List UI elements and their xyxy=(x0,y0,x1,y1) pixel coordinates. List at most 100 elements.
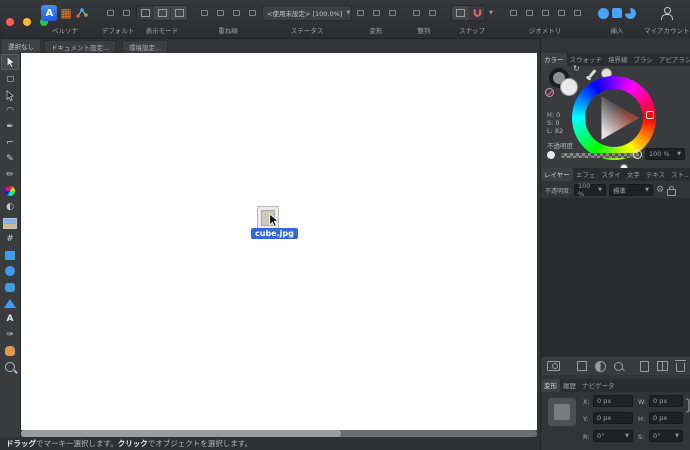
export-persona-icon[interactable] xyxy=(75,6,89,20)
w-input[interactable]: 0 px xyxy=(649,395,683,407)
opacity-slider[interactable] xyxy=(561,153,639,158)
document-canvas[interactable]: cube.jpg xyxy=(21,53,537,430)
place-image-tool[interactable] xyxy=(1,215,19,231)
view-mode-pixel-icon[interactable] xyxy=(154,6,171,20)
designer-persona-icon[interactable]: A xyxy=(41,5,58,21)
tab-stock[interactable]: スト.. xyxy=(668,168,690,181)
rotate-icon[interactable] xyxy=(386,7,399,19)
user-account-icon[interactable] xyxy=(660,7,673,20)
view-tool[interactable] xyxy=(1,343,19,359)
snap-dropdown-icon[interactable]: ▼ xyxy=(489,10,493,16)
tab-stroke[interactable]: 境界線 xyxy=(605,53,631,66)
corner-tool[interactable]: ⌐ xyxy=(1,135,19,151)
snap-options-icon[interactable] xyxy=(452,6,470,20)
insert-behind-icon[interactable] xyxy=(612,8,622,18)
align-left-icon[interactable] xyxy=(410,7,423,19)
live-filter-icon[interactable] xyxy=(614,361,623,371)
move-to-front-icon[interactable] xyxy=(198,7,211,19)
anchor-point-selector[interactable] xyxy=(548,398,576,426)
snap-magnet-icon[interactable] xyxy=(469,6,486,20)
flip-vertical-icon[interactable] xyxy=(370,7,383,19)
shear-dropdown[interactable]: 0° ▼ xyxy=(649,430,683,442)
tab-brushes[interactable]: ブラシ xyxy=(631,53,656,66)
vector-crop-tool[interactable]: # xyxy=(1,231,19,247)
rectangle-tool[interactable] xyxy=(1,247,19,263)
geometry-combine-icon[interactable] xyxy=(571,7,584,19)
preferences-button[interactable]: 環境設定... xyxy=(122,40,169,54)
geometry-add-icon[interactable] xyxy=(507,7,520,19)
view-mode-vector-icon[interactable] xyxy=(137,6,154,20)
defaults-icon[interactable] xyxy=(104,7,117,19)
h-input[interactable]: 0 px xyxy=(649,412,683,424)
status-dropdown[interactable]: <使用未設定> [100.0%] ▼ xyxy=(262,5,352,21)
group-layers-icon[interactable] xyxy=(657,361,668,371)
tab-character[interactable]: 文字 xyxy=(624,168,643,181)
horizontal-scrollbar[interactable] xyxy=(21,430,537,437)
swap-fill-stroke-icon[interactable]: ↻ xyxy=(573,64,580,73)
tab-history[interactable]: 履歴 xyxy=(560,379,579,392)
link-dimensions-icon[interactable]: } xyxy=(684,396,690,414)
no-fill-icon[interactable] xyxy=(545,88,554,97)
rounded-rectangle-tool[interactable] xyxy=(1,279,19,295)
blend-options-gear-icon[interactable]: ⚙ xyxy=(656,185,664,195)
tab-appearance[interactable]: アピアランス xyxy=(656,53,690,66)
insert-inside-icon[interactable] xyxy=(598,7,609,19)
layers-opacity-dropdown[interactable]: 100 % ▼ xyxy=(574,182,607,198)
opacity-value-dropdown[interactable]: 100 % ▼ xyxy=(645,148,685,160)
ellipse-tool[interactable] xyxy=(1,263,19,279)
view-mode-retina-icon[interactable] xyxy=(171,6,187,20)
blend-mode-dropdown[interactable]: 標準 ▼ xyxy=(609,184,654,196)
color-wheel[interactable] xyxy=(572,76,656,172)
color-picker-icon[interactable] xyxy=(588,69,597,78)
new-layer-icon[interactable] xyxy=(640,360,649,372)
lock-layer-icon[interactable] xyxy=(667,185,677,196)
align-center-icon[interactable] xyxy=(426,7,439,19)
tab-color[interactable]: カラー xyxy=(541,53,567,66)
rotation-dropdown[interactable]: 0° ▼ xyxy=(593,430,633,442)
document-settings-button[interactable]: ドキュメント設定... xyxy=(44,40,117,54)
tab-navigator[interactable]: ナビゲータ xyxy=(579,379,618,392)
flip-horizontal-icon[interactable] xyxy=(354,7,367,19)
tab-layers[interactable]: レイヤー xyxy=(541,168,573,181)
move-tool[interactable] xyxy=(1,54,19,70)
move-backward-icon[interactable] xyxy=(230,7,243,19)
pixel-persona-icon[interactable]: ▦ xyxy=(60,7,71,19)
adjustment-layer-icon[interactable] xyxy=(595,360,606,372)
vector-brush-tool[interactable]: ✏ xyxy=(1,167,19,183)
delete-layer-icon[interactable] xyxy=(675,360,686,372)
triangle-tool[interactable] xyxy=(1,295,19,311)
move-forward-icon[interactable] xyxy=(214,7,227,19)
hue-ring-marker[interactable] xyxy=(646,111,654,119)
horizontal-scrollbar-thumb[interactable] xyxy=(21,430,341,437)
close-window-icon[interactable] xyxy=(6,18,14,26)
pencil-tool[interactable]: ✎ xyxy=(1,151,19,167)
tab-transform[interactable]: 変形 xyxy=(541,379,560,392)
fill-tool[interactable] xyxy=(1,183,19,199)
new-fill-layer-icon[interactable] xyxy=(577,361,587,371)
contour-tool[interactable]: ◠ xyxy=(1,103,19,119)
zoom-tool[interactable] xyxy=(1,359,19,375)
geometry-intersect-icon[interactable] xyxy=(539,7,552,19)
opacity-slider-knob[interactable] xyxy=(633,150,642,159)
color-triangle[interactable] xyxy=(585,89,643,147)
pen-tool[interactable]: ✒ xyxy=(1,119,19,135)
layers-list[interactable] xyxy=(541,198,690,356)
artistic-text-tool[interactable]: A xyxy=(1,311,19,327)
tab-styles[interactable]: スタイ xyxy=(598,168,624,181)
artboard-tool[interactable] xyxy=(1,71,19,87)
node-tool[interactable] xyxy=(1,87,19,103)
x-input[interactable]: 0 px xyxy=(593,395,633,407)
fill-color-well[interactable] xyxy=(560,78,578,96)
transparency-tool[interactable]: ◐ xyxy=(1,199,19,215)
minimize-window-icon[interactable] xyxy=(23,18,32,26)
style-picker-tool[interactable]: ✑ xyxy=(1,327,19,343)
mask-layer-icon[interactable] xyxy=(547,361,560,371)
revert-defaults-icon[interactable] xyxy=(120,7,133,19)
move-to-back-icon[interactable] xyxy=(246,7,259,19)
geometry-divide-icon[interactable] xyxy=(555,7,568,19)
geometry-subtract-icon[interactable] xyxy=(523,7,536,19)
tab-effects[interactable]: エフェ xyxy=(573,168,599,181)
insert-on-top-icon[interactable] xyxy=(625,7,636,19)
y-input[interactable]: 0 px xyxy=(593,412,633,424)
tab-text-styles[interactable]: テキス xyxy=(643,168,668,181)
